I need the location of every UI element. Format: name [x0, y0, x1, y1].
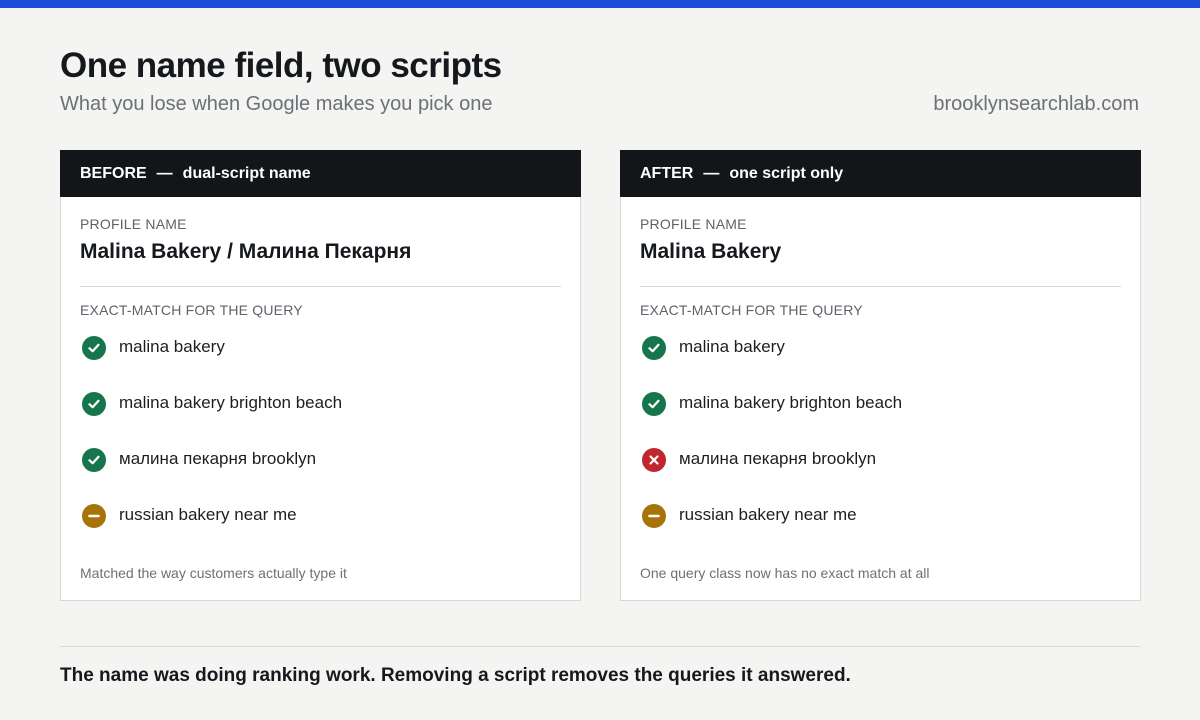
query-row: malina bakery — [642, 336, 902, 392]
card-tag: BEFORE — [80, 164, 147, 182]
query-text: малина пекарня brooklyn — [679, 449, 877, 468]
query-row: malina bakery — [82, 336, 342, 392]
after-card-header: AFTER — one script only — [620, 150, 1141, 197]
divider — [640, 286, 1121, 287]
check-circle-icon — [642, 392, 666, 416]
card-heading: dual-script name — [182, 164, 311, 182]
card-separator: — — [703, 164, 720, 182]
page-subtitle: What you lose when Google makes you pick… — [60, 93, 493, 115]
query-row: malina bakery brighton beach — [82, 392, 342, 448]
query-row: russian bakery near me — [82, 504, 342, 560]
card-note: Matched the way customers actually type … — [80, 565, 347, 581]
query-row: малина пекарня brooklyn — [642, 448, 902, 504]
query-text: malina bakery brighton beach — [119, 393, 343, 412]
takeaway-text: The name was doing ranking work. Removin… — [60, 665, 851, 686]
query-text: malina bakery — [119, 337, 225, 356]
minus-circle-icon — [82, 504, 106, 528]
exact-match-label: EXACT-MATCH FOR THE QUERY — [640, 302, 863, 318]
profile-name-label: PROFILE NAME — [640, 216, 747, 232]
divider — [80, 286, 561, 287]
profile-name-value: Malina Bakery / Малина Пекарня — [80, 240, 412, 263]
before-card: BEFORE — dual-script name PROFILE NAME M… — [60, 150, 581, 601]
query-text: малина пекарня brooklyn — [119, 449, 317, 468]
query-list: malina bakery malina bakery brighton beac… — [82, 336, 342, 560]
card-tag: AFTER — [640, 164, 694, 182]
query-text: russian bakery near me — [119, 505, 297, 524]
accent-bar — [0, 0, 1200, 8]
query-list: malina bakery malina bakery brighton beac… — [642, 336, 902, 560]
before-card-header: BEFORE — dual-script name — [60, 150, 581, 197]
check-circle-icon — [642, 336, 666, 360]
site-credit: brooklynsearchlab.com — [933, 93, 1139, 115]
card-heading: one script only — [729, 164, 844, 182]
check-circle-icon — [82, 336, 106, 360]
check-circle-icon — [82, 448, 106, 472]
query-text: malina bakery — [679, 337, 785, 356]
query-row: malina bakery brighton beach — [642, 392, 902, 448]
query-text: russian bakery near me — [679, 505, 857, 524]
card-separator: — — [156, 164, 173, 182]
query-row: малина пекарня brooklyn — [82, 448, 342, 504]
profile-name-label: PROFILE NAME — [80, 216, 187, 232]
minus-circle-icon — [642, 504, 666, 528]
check-circle-icon — [82, 392, 106, 416]
page-title: One name field, two scripts — [60, 46, 502, 85]
query-text: malina bakery brighton beach — [679, 393, 903, 412]
bottom-divider — [60, 646, 1140, 647]
query-row: russian bakery near me — [642, 504, 902, 560]
exact-match-label: EXACT-MATCH FOR THE QUERY — [80, 302, 303, 318]
x-circle-icon — [642, 448, 666, 472]
profile-name-value: Malina Bakery — [640, 240, 782, 263]
after-card: AFTER — one script only PROFILE NAME Mal… — [620, 150, 1141, 601]
card-note: One query class now has no exact match a… — [640, 565, 930, 581]
